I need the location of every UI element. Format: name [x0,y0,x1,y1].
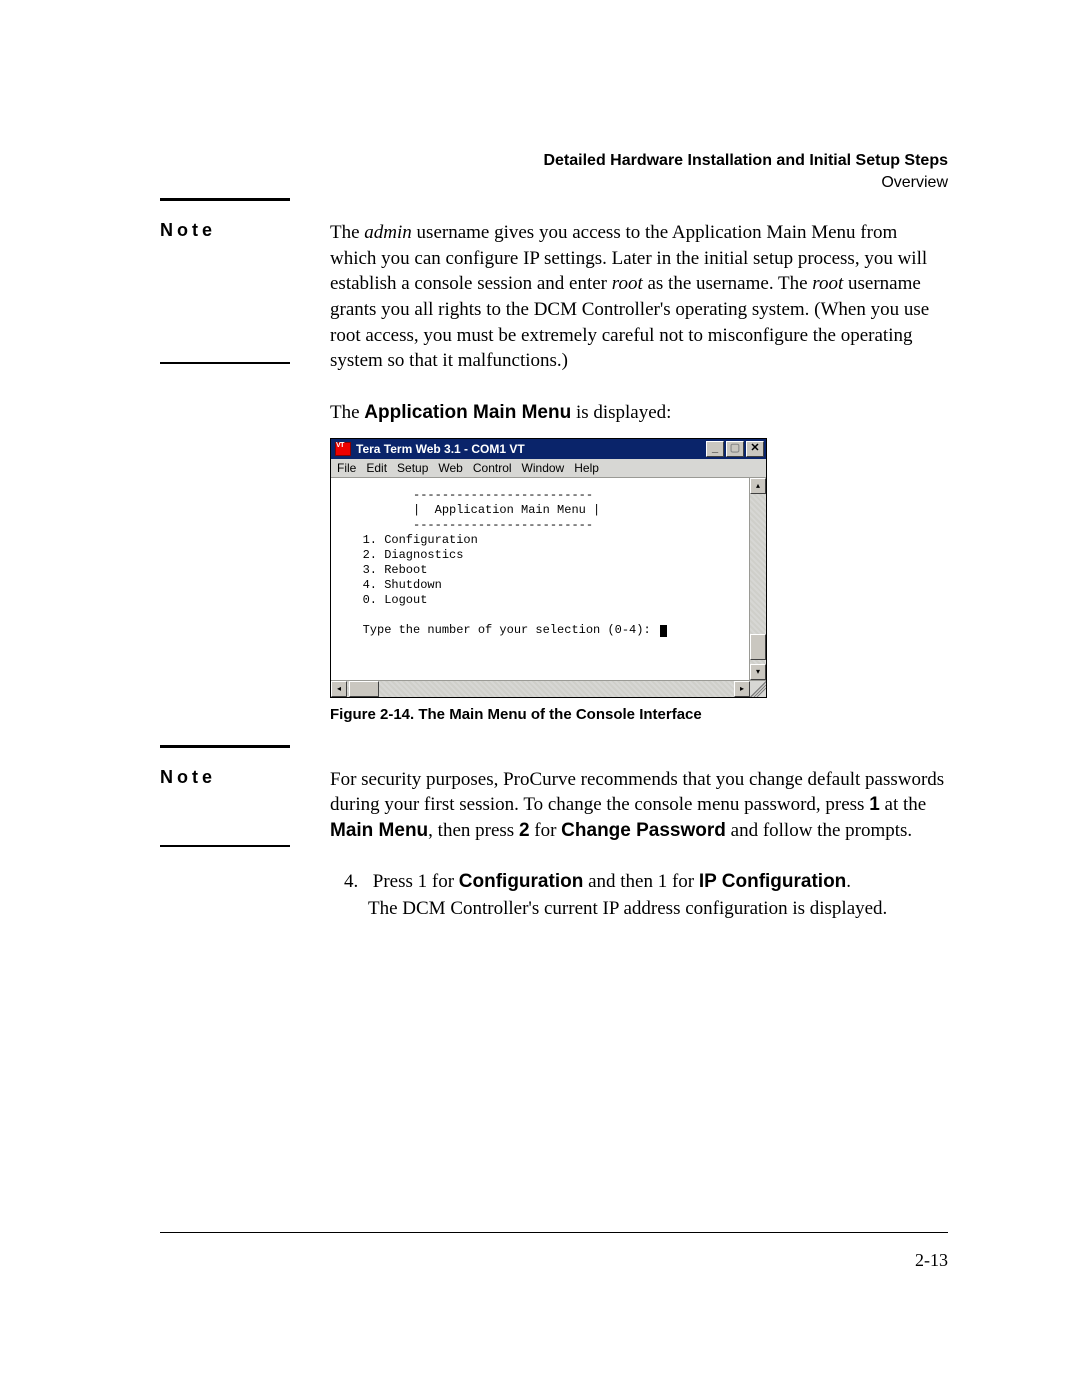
text: for [530,820,562,841]
menu-edit[interactable]: Edit [366,461,387,475]
note-rule [160,745,290,748]
username-root: root [812,273,843,294]
text: Press 1 for [373,871,459,892]
text: at the [880,794,926,815]
footer-rule [160,1232,948,1233]
scroll-thumb[interactable] [750,634,766,660]
figure-caption: Figure 2-14. The Main Menu of the Consol… [330,706,948,723]
step-number: 4. [344,868,368,896]
horizontal-scrollbar[interactable]: ◂ ▸ [331,680,766,697]
maximize-button[interactable]: ▢ [726,441,744,457]
step-4: 4. Press 1 for Configuration and then 1 … [344,868,948,923]
menu-name: IP Configuration [699,871,846,892]
note-rule [160,845,290,847]
page: Detailed Hardware Installation and Initi… [0,0,1080,1397]
text: , then press [428,820,519,841]
vertical-scrollbar[interactable]: ▴ ▾ [749,478,766,680]
menu-window[interactable]: Window [522,461,565,475]
text: as the username. The [643,273,813,294]
menu-control[interactable]: Control [473,461,512,475]
text: The [330,402,364,423]
resize-grip-icon[interactable] [750,681,766,697]
running-head: Detailed Hardware Installation and Initi… [543,150,948,193]
scroll-thumb[interactable] [349,681,379,697]
keypress: 1 [869,794,880,815]
text: and then 1 for [583,871,699,892]
menu-name: Configuration [459,871,584,892]
scroll-track[interactable] [347,681,734,697]
keypress: 2 [519,820,530,841]
scroll-left-icon[interactable]: ◂ [331,681,347,697]
lead-in: The Application Main Menu is displayed: [330,402,948,424]
menu-name: Main Menu [330,820,428,841]
window-title: Tera Term Web 3.1 - COM1 VT [356,442,706,456]
doc-section-subtitle: Overview [543,172,948,194]
note-body: For security purposes, ProCurve recommen… [330,767,948,844]
scroll-right-icon[interactable]: ▸ [734,681,750,697]
terminal-window: Tera Term Web 3.1 - COM1 VT _ ▢ ✕ File E… [330,438,767,698]
scroll-track[interactable] [750,494,766,664]
text: For security purposes, ProCurve recommen… [330,769,944,816]
menu-setup[interactable]: Setup [397,461,428,475]
text: and follow the prompts. [726,820,912,841]
menu-file[interactable]: File [337,461,356,475]
note-rule [160,362,290,364]
text-cursor [660,625,667,637]
app-icon [335,442,351,456]
text: is displayed: [571,402,671,423]
page-number: 2-13 [915,1250,948,1271]
text: . [846,871,851,892]
menu-name: Change Password [561,820,726,841]
text: The DCM Controller's current IP address … [368,898,887,919]
minimize-button[interactable]: _ [706,441,724,457]
text: The [330,222,364,243]
terminal-output[interactable]: ------------------------- | Application … [331,478,749,680]
menu-help[interactable]: Help [574,461,599,475]
note-label: Note [160,767,290,788]
figure-terminal: Tera Term Web 3.1 - COM1 VT _ ▢ ✕ File E… [330,438,948,698]
window-title-bar[interactable]: Tera Term Web 3.1 - COM1 VT _ ▢ ✕ [331,439,766,459]
close-button[interactable]: ✕ [746,441,764,457]
note-block-2: Note For security purposes, ProCurve rec… [160,767,948,844]
username-root: root [612,273,643,294]
doc-section-title: Detailed Hardware Installation and Initi… [543,150,948,172]
scroll-down-icon[interactable]: ▾ [750,664,766,680]
menu-name: Application Main Menu [364,402,571,423]
window-buttons: _ ▢ ✕ [706,441,764,457]
menu-bar: File Edit Setup Web Control Window Help [331,459,766,478]
note-block-1: Note The admin username gives you access… [160,220,948,374]
note-rule [160,198,290,201]
client-area: ------------------------- | Application … [331,478,766,680]
note-body: The admin username gives you access to t… [330,220,948,374]
note-label: Note [160,220,290,241]
username-admin: admin [364,222,412,243]
menu-web[interactable]: Web [438,461,462,475]
scroll-up-icon[interactable]: ▴ [750,478,766,494]
